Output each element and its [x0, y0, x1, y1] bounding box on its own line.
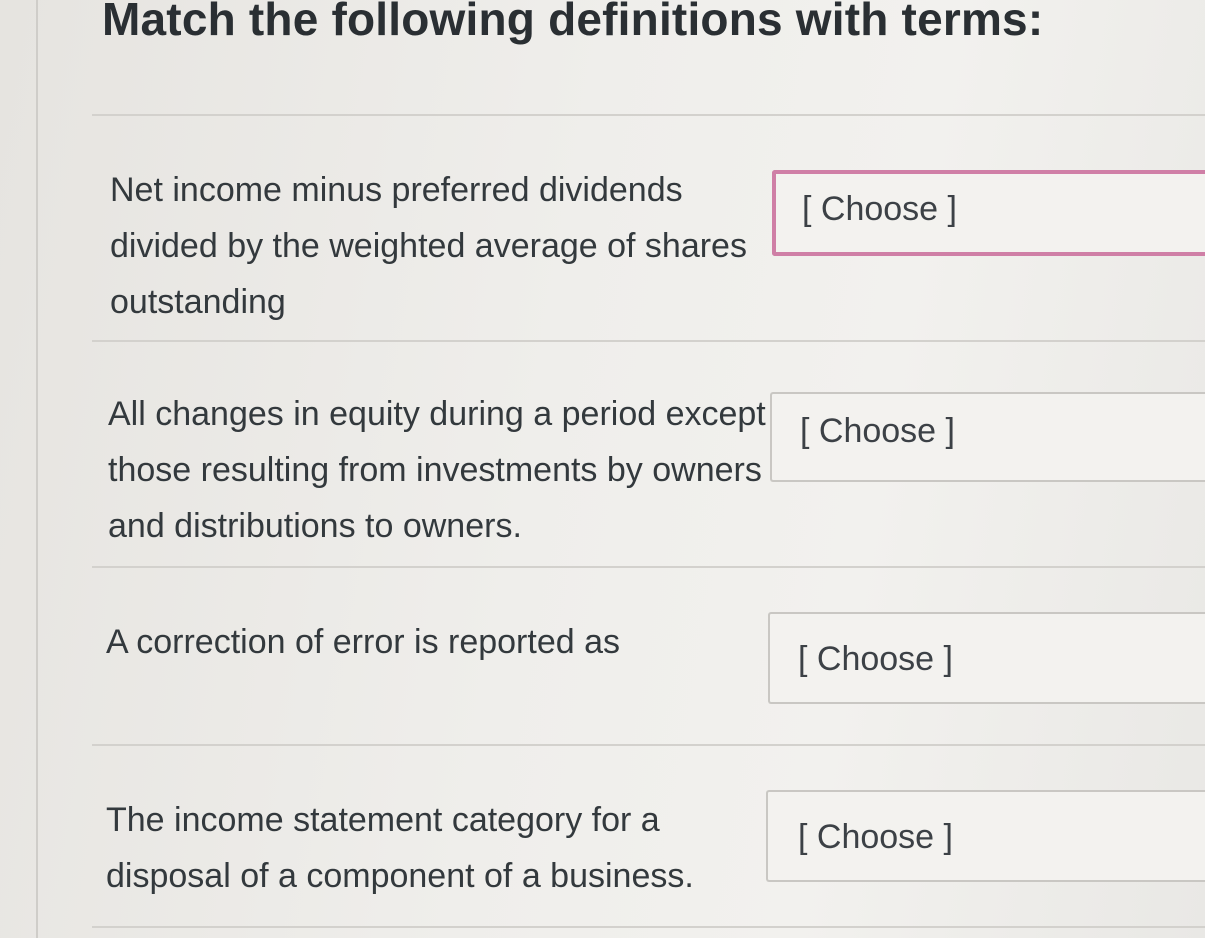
- term-select-3[interactable]: [ Choose ]: [768, 612, 1205, 704]
- select-value: [ Choose ]: [798, 818, 953, 856]
- select-value: [ Choose ]: [800, 412, 955, 450]
- divider: [92, 744, 1205, 746]
- divider: [92, 926, 1205, 928]
- question-title: Match the following definitions with ter…: [102, 0, 1044, 45]
- divider: [92, 566, 1205, 568]
- select-value: [ Choose ]: [798, 640, 953, 678]
- term-select-4[interactable]: [ Choose ]: [766, 790, 1205, 882]
- content-left-border: [36, 0, 38, 938]
- definition-text-2: All changes in equity during a period ex…: [108, 395, 766, 545]
- term-select-2[interactable]: [ Choose ]: [770, 392, 1205, 482]
- select-value: [ Choose ]: [802, 190, 957, 228]
- divider: [92, 114, 1205, 116]
- term-select-1[interactable]: [ Choose ]: [772, 170, 1205, 256]
- definition-text-3: A correction of error is reported as: [106, 623, 621, 661]
- definition-text-1: Net income minus preferred dividends div…: [110, 171, 747, 321]
- definition-text-4: The income statement category for a disp…: [106, 801, 694, 895]
- divider: [92, 340, 1205, 342]
